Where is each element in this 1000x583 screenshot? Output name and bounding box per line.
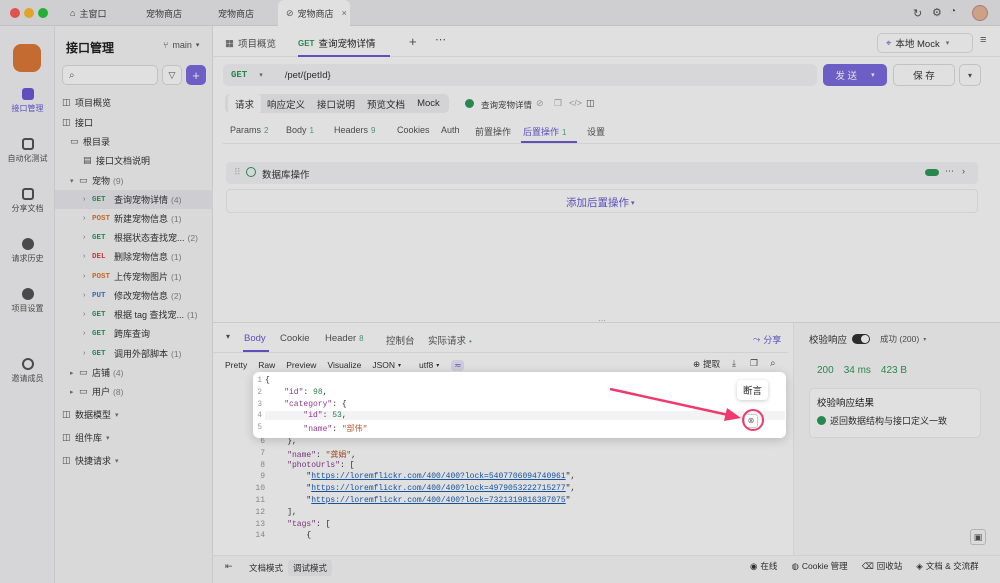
- arrow-line: [609, 387, 734, 418]
- highlight-circle: [742, 409, 764, 431]
- arrow-head: [724, 408, 741, 421]
- annotation-arrow: [609, 387, 764, 431]
